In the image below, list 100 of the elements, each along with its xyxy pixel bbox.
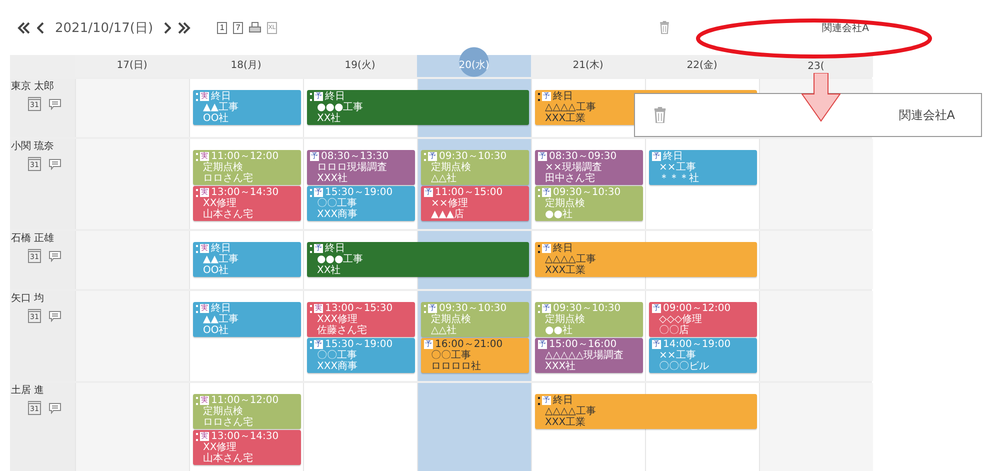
drag-handle-icon[interactable] <box>196 152 198 160</box>
drag-handle-icon[interactable] <box>196 92 198 100</box>
memo-icon[interactable] <box>49 402 61 414</box>
event-time: 13:00～15:30 <box>325 303 393 314</box>
event-time: 15:30～19:00 <box>325 187 393 198</box>
trash-icon[interactable] <box>653 106 667 124</box>
event-title: 〇〇工事 <box>430 350 471 361</box>
event-title: 〇〇工事 <box>316 198 357 209</box>
event-time: 11:00～15:00 <box>435 187 503 198</box>
day-view-button[interactable]: 7 <box>233 22 244 34</box>
drag-handle-icon[interactable] <box>310 244 312 252</box>
day-cell[interactable] <box>759 291 873 381</box>
event-title: 定期点検 <box>544 198 585 209</box>
drag-handle-icon[interactable] <box>310 92 312 100</box>
event-client: 佐藤さん宅 <box>316 325 367 336</box>
event-client: XX社 <box>316 265 341 276</box>
memo-icon[interactable] <box>49 250 61 262</box>
drag-handle-icon[interactable] <box>424 152 426 160</box>
event-title: XX修理 <box>202 198 237 209</box>
day-view-button[interactable]: 1 <box>217 22 228 34</box>
event-title: ロロロ現場調査 <box>316 162 387 173</box>
drag-handle-icon[interactable] <box>196 396 198 404</box>
drag-handle-icon[interactable] <box>196 188 198 196</box>
drag-handle-icon[interactable] <box>196 432 198 440</box>
drag-handle-icon[interactable] <box>196 244 198 252</box>
event-title: ▲▲工事 <box>202 102 238 113</box>
previous-button[interactable] <box>37 22 45 34</box>
event-client: XXX社 <box>544 361 576 372</box>
event-client: △△社 <box>430 173 456 184</box>
event-title: 定期点検 <box>430 162 471 173</box>
drag-handle-icon[interactable] <box>424 304 426 312</box>
day-cell[interactable] <box>417 383 531 471</box>
last-page-button[interactable] <box>177 22 192 34</box>
drag-handle-icon[interactable] <box>196 304 198 312</box>
memo-icon[interactable] <box>49 98 61 110</box>
person-name: 石橋 正雄 <box>11 232 56 245</box>
drag-handle-icon[interactable] <box>538 304 540 312</box>
company-label: 関連会社A <box>822 22 869 34</box>
event-client: 山本さん宅 <box>202 209 253 220</box>
event-title: △△△△工事 <box>544 254 596 265</box>
event-title: ●●●工事 <box>316 102 364 113</box>
event-title: XX修理 <box>202 442 237 453</box>
event-time: 終日 <box>325 91 345 102</box>
event-client: XXX商事 <box>316 361 358 372</box>
trash-icon[interactable] <box>659 20 670 34</box>
memo-icon[interactable] <box>49 310 61 322</box>
event-title: XXX修理 <box>316 314 358 325</box>
event-title: ▲▲工事 <box>202 254 238 265</box>
person-name: 小関 琉奈 <box>11 140 56 153</box>
event-time: 終日 <box>553 395 573 406</box>
event-title: △△△△工事 <box>544 406 596 417</box>
event-title: 定期点検 <box>202 406 243 417</box>
event-client: ●●社 <box>544 209 572 220</box>
event-client: 田中さん宅 <box>544 173 595 184</box>
memo-icon[interactable] <box>49 158 61 170</box>
event-title: ●●●工事 <box>316 254 364 265</box>
event-time: 終日 <box>211 243 231 254</box>
event-time: 終日 <box>553 243 573 254</box>
event-time: 13:00～14:30 <box>211 431 279 442</box>
event-title: 〇〇工事 <box>316 350 357 361</box>
print-icon[interactable] <box>249 22 262 34</box>
first-page-button[interactable] <box>17 22 31 34</box>
event-time: 15:30～19:00 <box>325 339 393 350</box>
current-date: 2021/10/17(日) <box>55 20 154 36</box>
event-client: OO社 <box>202 325 229 336</box>
event-client: XX社 <box>316 113 341 124</box>
day-cell[interactable] <box>303 383 417 471</box>
event-title: ××修理 <box>430 198 468 209</box>
event-time: 09:30～10:30 <box>553 303 621 314</box>
event-title: 定期点検 <box>202 162 243 173</box>
drag-handle-icon[interactable] <box>538 188 540 196</box>
event-title: △△△△工事 <box>544 102 596 113</box>
drag-handle-icon[interactable] <box>310 340 312 348</box>
drag-handle-icon[interactable] <box>538 92 540 100</box>
popup-company-label: 関連会社A <box>898 106 955 124</box>
event-client: 〇〇店 <box>658 325 689 336</box>
event-time: 13:00～14:30 <box>211 187 279 198</box>
drag-handle-icon[interactable] <box>538 396 540 404</box>
event-title: ◇◇◇修理 <box>658 314 702 325</box>
day-cell[interactable] <box>759 231 873 289</box>
event-time: 08:30～13:30 <box>321 151 389 162</box>
event-time: 09:30～10:30 <box>553 187 621 198</box>
event-time: 09:30～10:30 <box>439 151 507 162</box>
event-client: 〇〇〇ビル <box>658 361 709 372</box>
event-client: ●●社 <box>544 325 572 336</box>
drag-handle-icon[interactable] <box>310 188 312 196</box>
event-client: OO社 <box>202 113 229 124</box>
person-name: 矢口 均 <box>11 292 46 305</box>
drag-handle-icon[interactable] <box>310 304 312 312</box>
event-time: 11:00～12:00 <box>211 395 279 406</box>
day-cell[interactable] <box>759 383 873 471</box>
next-button[interactable] <box>163 22 172 34</box>
event-title: 定期点検 <box>544 314 585 325</box>
person-name: 東京 太郎 <box>11 80 56 93</box>
day-cell[interactable] <box>759 139 873 229</box>
event-client: ロロさん宅 <box>202 417 253 428</box>
event-client: XXX工業 <box>544 113 586 124</box>
event-time: 14:00～19:00 <box>663 339 731 350</box>
drag-handle-icon[interactable] <box>538 244 540 252</box>
event-title: △△△△△現場調査 <box>544 350 624 361</box>
